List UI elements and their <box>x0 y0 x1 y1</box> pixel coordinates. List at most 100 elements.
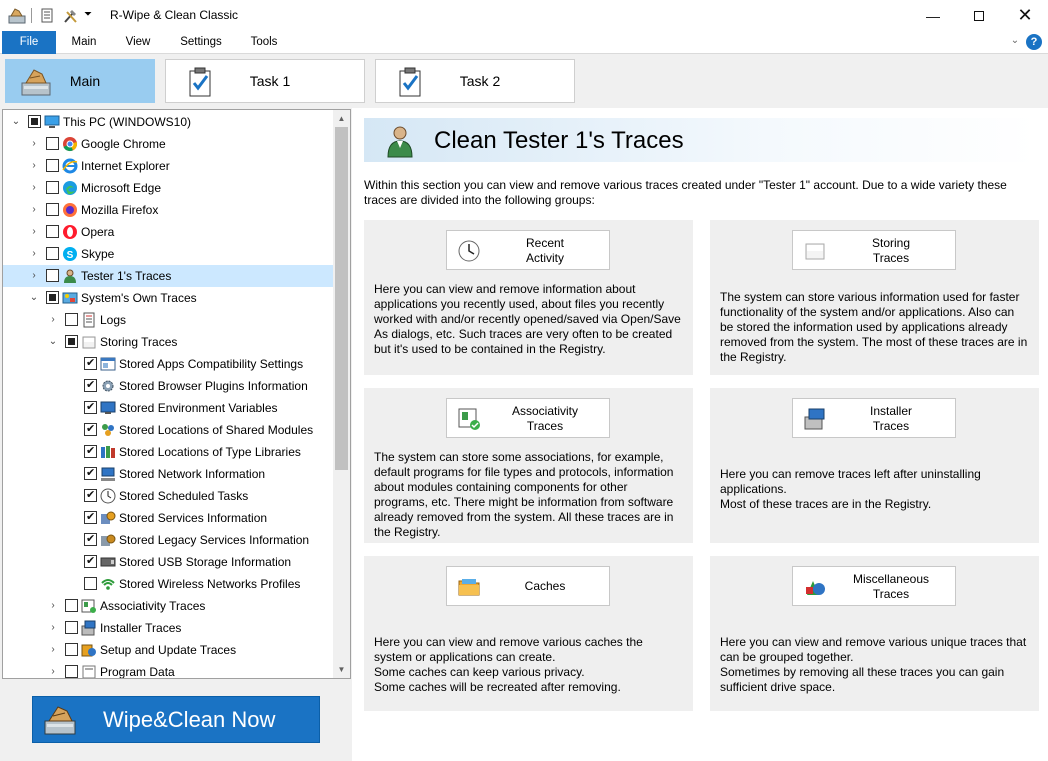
scroll-up-icon[interactable]: ▲ <box>333 110 350 127</box>
tree-item[interactable]: ⌄ System's Own Traces <box>3 287 333 309</box>
tree-item-checkbox[interactable] <box>46 203 59 216</box>
chevron-right-icon[interactable]: › <box>29 205 39 215</box>
menu-main[interactable]: Main <box>62 31 106 54</box>
tree-item-checkbox[interactable] <box>84 510 97 524</box>
tree-item-checkbox[interactable] <box>65 313 78 326</box>
tab-task-1[interactable]: Task 1 <box>165 59 365 103</box>
tree-item-checkbox[interactable] <box>46 181 59 194</box>
chevron-right-icon[interactable]: › <box>29 249 39 259</box>
maximize-button[interactable] <box>956 0 1002 31</box>
menu-tools[interactable]: Tools <box>242 31 286 54</box>
tree-item[interactable]: › Associativity Traces <box>3 595 333 617</box>
tree-item-checkbox[interactable] <box>46 269 59 282</box>
tree-item[interactable]: Stored Legacy Services Information <box>3 529 333 551</box>
help-icon[interactable]: ? <box>1026 34 1042 50</box>
trace-group-button[interactable]: Associativity Traces <box>446 398 610 438</box>
chevron-right-icon[interactable]: › <box>48 645 58 655</box>
tree-item[interactable]: Stored Network Information <box>3 463 333 485</box>
tree-item-checkbox[interactable] <box>84 466 97 480</box>
chevron-right-icon[interactable]: › <box>29 227 39 237</box>
trace-group-button[interactable]: Installer Traces <box>792 398 956 438</box>
chevron-down-icon[interactable]: ⌄ <box>29 293 39 303</box>
tree-item[interactable]: › Internet Explorer <box>3 155 333 177</box>
tree-scrollbar[interactable]: ▲ ▼ <box>333 110 350 678</box>
tree-item[interactable]: › Google Chrome <box>3 133 333 155</box>
tree-item[interactable]: Stored Locations of Shared Modules <box>3 419 333 441</box>
tree-item[interactable]: › Installer Traces <box>3 617 333 639</box>
chevron-right-icon[interactable]: › <box>29 161 39 171</box>
trace-group-button-label: Recent Activity <box>487 236 603 266</box>
tab-main[interactable]: Main <box>5 59 155 103</box>
tree-item[interactable]: › Mozilla Firefox <box>3 199 333 221</box>
trace-group-card: Miscellaneous Traces Here you can view and… <box>710 556 1039 711</box>
tree-item-checkbox[interactable] <box>65 335 78 348</box>
tree-item[interactable]: Stored Wireless Networks Profiles <box>3 573 333 595</box>
properties-icon[interactable] <box>40 7 54 24</box>
chevron-down-icon[interactable]: ⌄ <box>11 117 21 127</box>
tree-item-checkbox[interactable] <box>84 532 97 546</box>
wipe-clean-now-button[interactable]: Wipe&Clean Now <box>32 696 320 743</box>
tree-item-checkbox[interactable] <box>84 378 97 392</box>
tree-item[interactable]: Stored USB Storage Information <box>3 551 333 573</box>
tree-item-checkbox[interactable] <box>46 225 59 238</box>
tree-item[interactable]: › Logs <box>3 309 333 331</box>
tree-item[interactable]: Stored Apps Compatibility Settings <box>3 353 333 375</box>
tools-icon[interactable] <box>62 7 80 24</box>
tree-item-checkbox[interactable] <box>65 665 78 678</box>
chevron-right-icon[interactable]: › <box>29 271 39 281</box>
trace-group-button-label: Installer Traces <box>833 404 949 434</box>
tree-item-checkbox[interactable] <box>28 115 41 128</box>
tab-task-2[interactable]: Task 2 <box>375 59 575 103</box>
collapse-ribbon-icon[interactable]: ⌄ <box>1008 35 1022 49</box>
menu-settings[interactable]: Settings <box>172 31 230 54</box>
tree-item-checkbox[interactable] <box>65 621 78 634</box>
menu-file[interactable]: File <box>2 31 56 54</box>
tree-item-checkbox[interactable] <box>84 400 97 414</box>
menu-view[interactable]: View <box>116 31 160 54</box>
trace-group-button[interactable]: Miscellaneous Traces <box>792 566 956 606</box>
scroll-down-icon[interactable]: ▼ <box>333 661 350 678</box>
tree-item-checkbox[interactable] <box>84 577 97 590</box>
traces-tree[interactable]: ⌄ This PC (WINDOWS10) › Google Chrome › Inter… <box>2 109 351 679</box>
chevron-right-icon[interactable]: › <box>48 601 58 611</box>
tree-item[interactable]: Stored Scheduled Tasks <box>3 485 333 507</box>
tree-item[interactable]: › S Skype <box>3 243 333 265</box>
chevron-right-icon[interactable]: › <box>48 315 58 325</box>
trace-group-button[interactable]: Caches <box>446 566 610 606</box>
tree-item[interactable]: › Program Data <box>3 661 333 678</box>
tree-item-checkbox[interactable] <box>84 422 97 436</box>
chevron-right-icon[interactable]: › <box>29 139 39 149</box>
tree-item[interactable]: › Tester 1's Traces <box>3 265 333 287</box>
customize-quick-access-icon[interactable]: ⏷ <box>84 9 92 20</box>
trace-group-button[interactable]: Recent Activity <box>446 230 610 270</box>
close-button[interactable]: ✕ <box>1002 0 1048 31</box>
tree-item-checkbox[interactable] <box>46 247 59 260</box>
chevron-right-icon[interactable]: › <box>29 183 39 193</box>
tree-item[interactable]: Stored Services Information <box>3 507 333 529</box>
tree-item[interactable]: › Microsoft Edge <box>3 177 333 199</box>
chevron-right-icon[interactable]: › <box>48 667 58 677</box>
chevron-down-icon[interactable]: ⌄ <box>48 337 58 347</box>
tree-item-checkbox[interactable] <box>84 444 97 458</box>
tree-item[interactable]: › Setup and Update Traces <box>3 639 333 661</box>
tree-item-checkbox[interactable] <box>46 137 59 150</box>
chevron-right-icon[interactable]: › <box>48 623 58 633</box>
trace-group-button[interactable]: Storing Traces <box>792 230 956 270</box>
tree-item[interactable]: ⌄ This PC (WINDOWS10) <box>3 111 333 133</box>
tree-item-checkbox[interactable] <box>65 643 78 656</box>
tree-item[interactable]: Stored Locations of Type Libraries <box>3 441 333 463</box>
tree-item-checkbox[interactable] <box>65 599 78 612</box>
tree-item[interactable]: Stored Environment Variables <box>3 397 333 419</box>
scroll-thumb[interactable] <box>335 127 348 470</box>
tree-item-checkbox[interactable] <box>46 159 59 172</box>
tree-item[interactable]: › Opera <box>3 221 333 243</box>
tree-item[interactable]: Stored Browser Plugins Information <box>3 375 333 397</box>
tree-item-label: Associativity Traces <box>100 599 206 613</box>
tree-item-checkbox[interactable] <box>46 291 59 304</box>
tree-item-checkbox[interactable] <box>84 356 97 370</box>
tree-item-checkbox[interactable] <box>84 488 97 502</box>
tree-item-label: Stored Wireless Networks Profiles <box>119 577 301 591</box>
tree-item-checkbox[interactable] <box>84 554 97 568</box>
minimize-button[interactable]: — <box>910 0 956 31</box>
tree-item[interactable]: ⌄ Storing Traces <box>3 331 333 353</box>
